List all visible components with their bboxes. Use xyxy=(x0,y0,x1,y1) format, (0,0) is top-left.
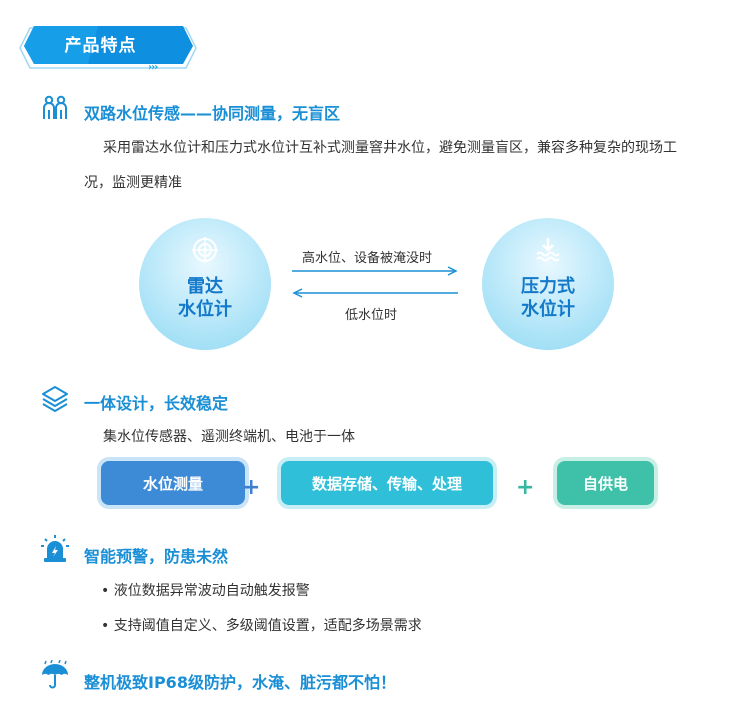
section-title-warning: 智能预警，防患未然 xyxy=(84,547,229,566)
water-level-icon xyxy=(536,238,560,262)
module-data-processing: 数据存储、传输、处理 xyxy=(281,461,493,505)
arrow-label-high-water: 高水位、设备被淹没时 xyxy=(302,251,433,266)
bullet-text: 支持阈值自定义、多级阈值设置，适配多场景需求 xyxy=(113,618,422,634)
section-title-ip68: 整机极致IP68级防护，水淹、脏污都不怕！ xyxy=(84,673,396,692)
pressure-label-line2: 水位计 xyxy=(521,299,575,320)
module-water-measure: 水位测量 xyxy=(101,461,245,505)
chevrons-icon: ››› xyxy=(148,62,158,73)
radar-target-icon xyxy=(192,237,218,263)
users-icon xyxy=(43,95,67,119)
banner-title: 产品特点 xyxy=(64,36,137,56)
radar-label-line2: 水位计 xyxy=(178,299,232,320)
list-item: • 液位数据异常波动自动触发报警 xyxy=(101,583,310,599)
section-desc-line2: 况，监测更精准 xyxy=(84,175,182,191)
pressure-gauge-circle: 压力式 水位计 xyxy=(482,218,614,350)
list-item: • 支持阈值自定义、多级阈值设置，适配多场景需求 xyxy=(101,618,422,634)
alarm-icon xyxy=(41,535,69,562)
bullet-text: 液位数据异常波动自动触发报警 xyxy=(113,583,310,599)
radar-gauge-circle: 雷达 水位计 xyxy=(139,218,271,350)
pressure-label-line1: 压力式 xyxy=(521,276,575,297)
arrow-left-icon xyxy=(292,288,458,298)
section-title-dual-sensing: 双路水位传感——协同测量，无盲区 xyxy=(84,104,341,123)
section-banner: 产品特点 xyxy=(18,24,197,70)
section-desc-integrated: 集水位传感器、遥测终端机、电池于一体 xyxy=(103,429,355,445)
umbrella-icon xyxy=(42,660,68,689)
plus-icon: + xyxy=(516,475,535,500)
section-title-integrated: 一体设计，长效稳定 xyxy=(84,394,229,413)
section-desc-line1: 采用雷达水位计和压力式水位计互补式测量窨井水位，避免测量盲区，兼容多种复杂的现场… xyxy=(103,140,677,156)
radar-label-line1: 雷达 xyxy=(187,276,223,297)
arrow-right-icon xyxy=(292,266,458,276)
plus-icon: + xyxy=(242,475,261,500)
arrow-label-low-water: 低水位时 xyxy=(345,308,398,323)
layers-icon xyxy=(42,386,68,412)
module-self-power: 自供电 xyxy=(557,461,654,505)
